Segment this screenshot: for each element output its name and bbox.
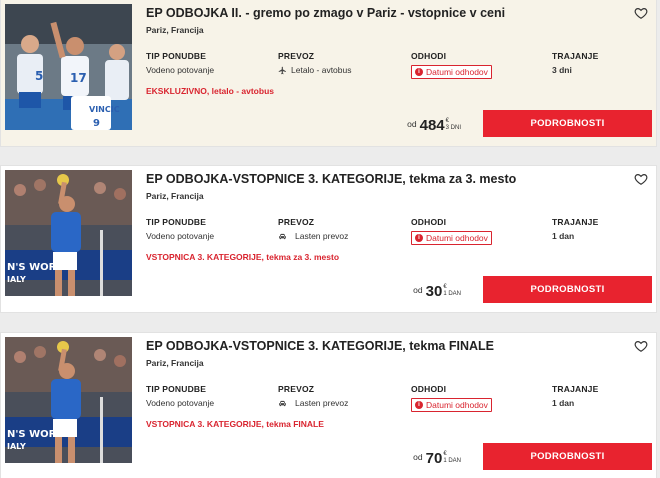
price-unit: 3 DNI bbox=[445, 125, 461, 131]
car-icon bbox=[279, 233, 286, 239]
offer-type-column: TIP PONUDBE Vodeno potovanje bbox=[146, 217, 214, 241]
duration-column: TRAJANJE 1 dan bbox=[552, 217, 598, 241]
departures-column: ODHODI i Datumi odhodov bbox=[411, 51, 492, 79]
transport-column: PREVOZ Lasten prevoz bbox=[278, 217, 348, 241]
details-button[interactable]: PODROBNOSTI bbox=[483, 110, 652, 137]
offer-type-value: Vodeno potovanje bbox=[146, 398, 215, 408]
transport-label: PREVOZ bbox=[278, 217, 315, 227]
offer-title[interactable]: EP ODBOJKA-VSTOPNICE 3. KATEGORIJE, tekm… bbox=[146, 172, 516, 186]
details-button[interactable]: PODROBNOSTI bbox=[483, 443, 652, 470]
duration-column: TRAJANJE 1 dan bbox=[552, 384, 598, 408]
offer-type-label: TIP PONUDBE bbox=[146, 217, 207, 227]
svg-text:IALY: IALY bbox=[7, 442, 26, 451]
promo-text: VSTOPNICA 3. KATEGORIJE, tekma za 3. mes… bbox=[146, 252, 340, 262]
price-currency: € bbox=[445, 118, 449, 124]
departures-label: ODHODI bbox=[411, 51, 447, 61]
price: od 484 € 3 DNI bbox=[407, 118, 461, 134]
price-amount: 484 bbox=[419, 117, 445, 134]
transport-label: PREVOZ bbox=[278, 384, 315, 394]
favorite-heart-icon[interactable] bbox=[634, 6, 648, 20]
svg-text:VINCIC: VINCIC bbox=[89, 105, 120, 114]
car-icon bbox=[279, 400, 286, 406]
price-amount: 30 bbox=[425, 283, 443, 300]
offer-photo[interactable]: N'S WORLD IALY bbox=[5, 170, 132, 296]
departure-dates-button[interactable]: i Datumi odhodov bbox=[411, 398, 492, 412]
duration-value: 1 dan bbox=[552, 231, 575, 241]
offer-card[interactable]: N'S WORLD IALY EP ODBOJKA-VSTOPNICE 3. K… bbox=[0, 165, 657, 313]
price-currency: € bbox=[443, 284, 447, 290]
offer-photo[interactable]: 5 17 VINCIC 9 bbox=[5, 4, 132, 130]
price: od 70 € 1 DAN bbox=[413, 451, 461, 467]
offer-type-value: Vodeno potovanje bbox=[146, 231, 215, 241]
price-currency: € bbox=[443, 451, 447, 457]
departure-dates-label: Datumi odhodov bbox=[426, 233, 488, 243]
promo-text: EKSKLUZIVNO, letalo - avtobus bbox=[146, 86, 274, 96]
transport-value: Lasten prevoz bbox=[295, 398, 349, 408]
offer-location: Pariz, Francija bbox=[146, 358, 204, 368]
offer-type-column: TIP PONUDBE Vodeno potovanje bbox=[146, 384, 214, 408]
price: od 30 € 1 DAN bbox=[413, 284, 461, 300]
duration-value: 1 dan bbox=[552, 398, 575, 408]
favorite-heart-icon[interactable] bbox=[634, 339, 648, 353]
offer-card[interactable]: 5 17 VINCIC 9 EP ODBOJKA II. - gremo po … bbox=[0, 0, 657, 147]
departures-label: ODHODI bbox=[411, 384, 447, 394]
transport-column: PREVOZ Letalo - avtobus bbox=[278, 51, 351, 75]
offer-title[interactable]: EP ODBOJKA-VSTOPNICE 3. KATEGORIJE, tekm… bbox=[146, 339, 494, 353]
offer-photo[interactable]: N'S WORLD IALY bbox=[5, 337, 132, 463]
offer-list: 5 17 VINCIC 9 EP ODBOJKA II. - gremo po … bbox=[0, 0, 660, 478]
promo-text: VSTOPNICA 3. KATEGORIJE, tekma FINALE bbox=[146, 419, 324, 429]
duration-label: TRAJANJE bbox=[552, 384, 599, 394]
transport-column: PREVOZ Lasten prevoz bbox=[278, 384, 348, 408]
price-amount: 70 bbox=[425, 450, 443, 467]
svg-text:17: 17 bbox=[70, 71, 87, 85]
duration-column: TRAJANJE 3 dni bbox=[552, 51, 598, 75]
price-unit: 1 DAN bbox=[443, 291, 461, 297]
departures-column: ODHODI i Datumi odhodov bbox=[411, 217, 492, 245]
svg-text:9: 9 bbox=[93, 118, 100, 129]
duration-value: 3 dni bbox=[552, 65, 572, 75]
departure-dates-label: Datumi odhodov bbox=[426, 67, 488, 77]
info-icon: i bbox=[415, 401, 423, 409]
svg-text:IALY: IALY bbox=[7, 275, 26, 284]
transport-value: Lasten prevoz bbox=[295, 231, 349, 241]
price-unit: 1 DAN bbox=[443, 458, 461, 464]
price-prefix: od bbox=[407, 119, 417, 129]
offer-title[interactable]: EP ODBOJKA II. - gremo po zmago v Pariz … bbox=[146, 6, 505, 20]
price-prefix: od bbox=[413, 285, 423, 295]
offer-location: Pariz, Francija bbox=[146, 25, 204, 35]
price-prefix: od bbox=[413, 452, 423, 462]
offer-type-label: TIP PONUDBE bbox=[146, 51, 207, 61]
transport-label: PREVOZ bbox=[278, 51, 315, 61]
duration-label: TRAJANJE bbox=[552, 217, 599, 227]
offer-location: Pariz, Francija bbox=[146, 191, 204, 201]
departures-label: ODHODI bbox=[411, 217, 447, 227]
info-icon: i bbox=[415, 68, 423, 76]
favorite-heart-icon[interactable] bbox=[634, 172, 648, 186]
transport-value: Letalo - avtobus bbox=[291, 65, 352, 75]
offer-card[interactable]: N'S WORLD IALY EP ODBOJKA-VSTOPNICE 3. K… bbox=[0, 332, 657, 478]
offer-type-label: TIP PONUDBE bbox=[146, 384, 207, 394]
departure-dates-label: Datumi odhodov bbox=[426, 400, 488, 410]
duration-label: TRAJANJE bbox=[552, 51, 599, 61]
departure-dates-button[interactable]: i Datumi odhodov bbox=[411, 65, 492, 79]
offer-type-column: TIP PONUDBE Vodeno potovanje bbox=[146, 51, 214, 75]
departures-column: ODHODI i Datumi odhodov bbox=[411, 384, 492, 412]
departure-dates-button[interactable]: i Datumi odhodov bbox=[411, 231, 492, 245]
plane-icon bbox=[278, 66, 286, 74]
svg-text:5: 5 bbox=[35, 69, 43, 83]
details-button[interactable]: PODROBNOSTI bbox=[483, 276, 652, 303]
offer-type-value: Vodeno potovanje bbox=[146, 65, 215, 75]
info-icon: i bbox=[415, 234, 423, 242]
